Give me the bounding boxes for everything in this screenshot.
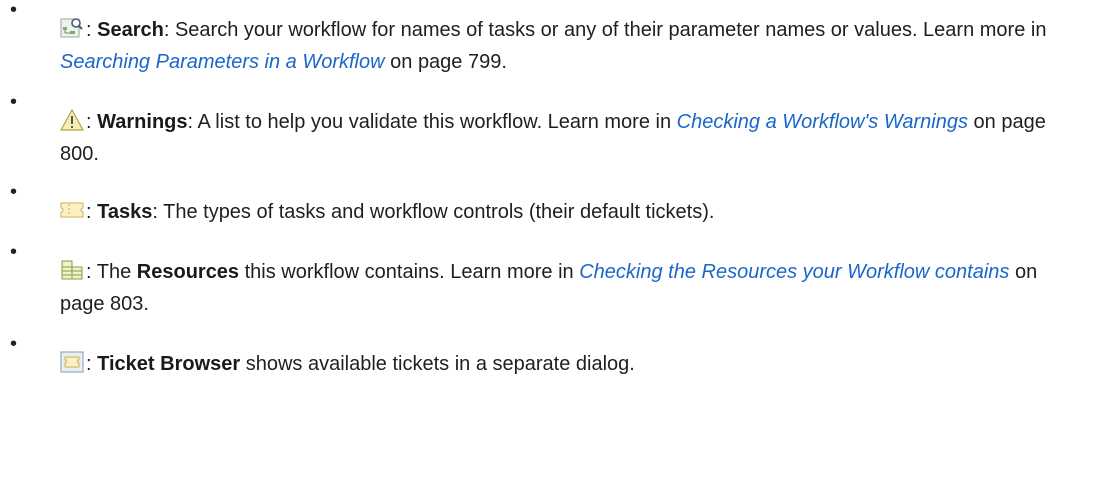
warning-triangle-icon [60,108,84,132]
link-checking-warnings[interactable]: Checking a Workflow's Warnings [677,111,968,133]
bullet: • [10,0,18,21]
text-prefix: : [86,19,98,41]
description: : Search your workflow for names of task… [163,19,1047,41]
ticket-icon [60,198,84,222]
term-search: Search [97,19,164,41]
list-item-text: : Search: Search your workflow for names… [60,14,1060,78]
description: : A list to help you validate this workf… [187,111,677,133]
link-checking-resources[interactable]: Checking the Resources your Workflow con… [579,261,1009,283]
text-prefix: : [86,353,98,375]
description: this workflow contains. Learn more in [239,261,580,283]
list-item-text: : Warnings: A list to help you validate … [60,106,1060,170]
description: : The types of tasks and workflow contro… [152,201,715,223]
bullet: • [10,241,18,263]
description: shows available tickets in a separate di… [240,353,635,375]
list-item-text: : The Resources this workflow contains. … [60,256,1060,320]
term-resources: Resources [136,261,240,283]
text-prefix: : The [86,261,137,283]
term-warnings: Warnings [97,111,188,133]
ticket-browser-icon [60,350,84,374]
term-tasks: Tasks [97,201,153,223]
text-prefix: : [86,111,98,133]
bullet: • [10,333,18,355]
list-item-text: : Ticket Browser shows available tickets… [60,348,1060,380]
bullet: • [10,181,18,203]
search-workflow-icon [60,16,84,40]
link-searching-parameters[interactable]: Searching Parameters in a Workflow [60,51,385,73]
term-ticket-browser: Ticket Browser [97,353,241,375]
bullet: • [10,91,18,113]
resources-icon [60,258,84,282]
list-item-text: : Tasks: The types of tasks and workflow… [60,196,1060,228]
text-prefix: : [86,201,98,223]
page-ref: on page 799. [384,51,507,73]
